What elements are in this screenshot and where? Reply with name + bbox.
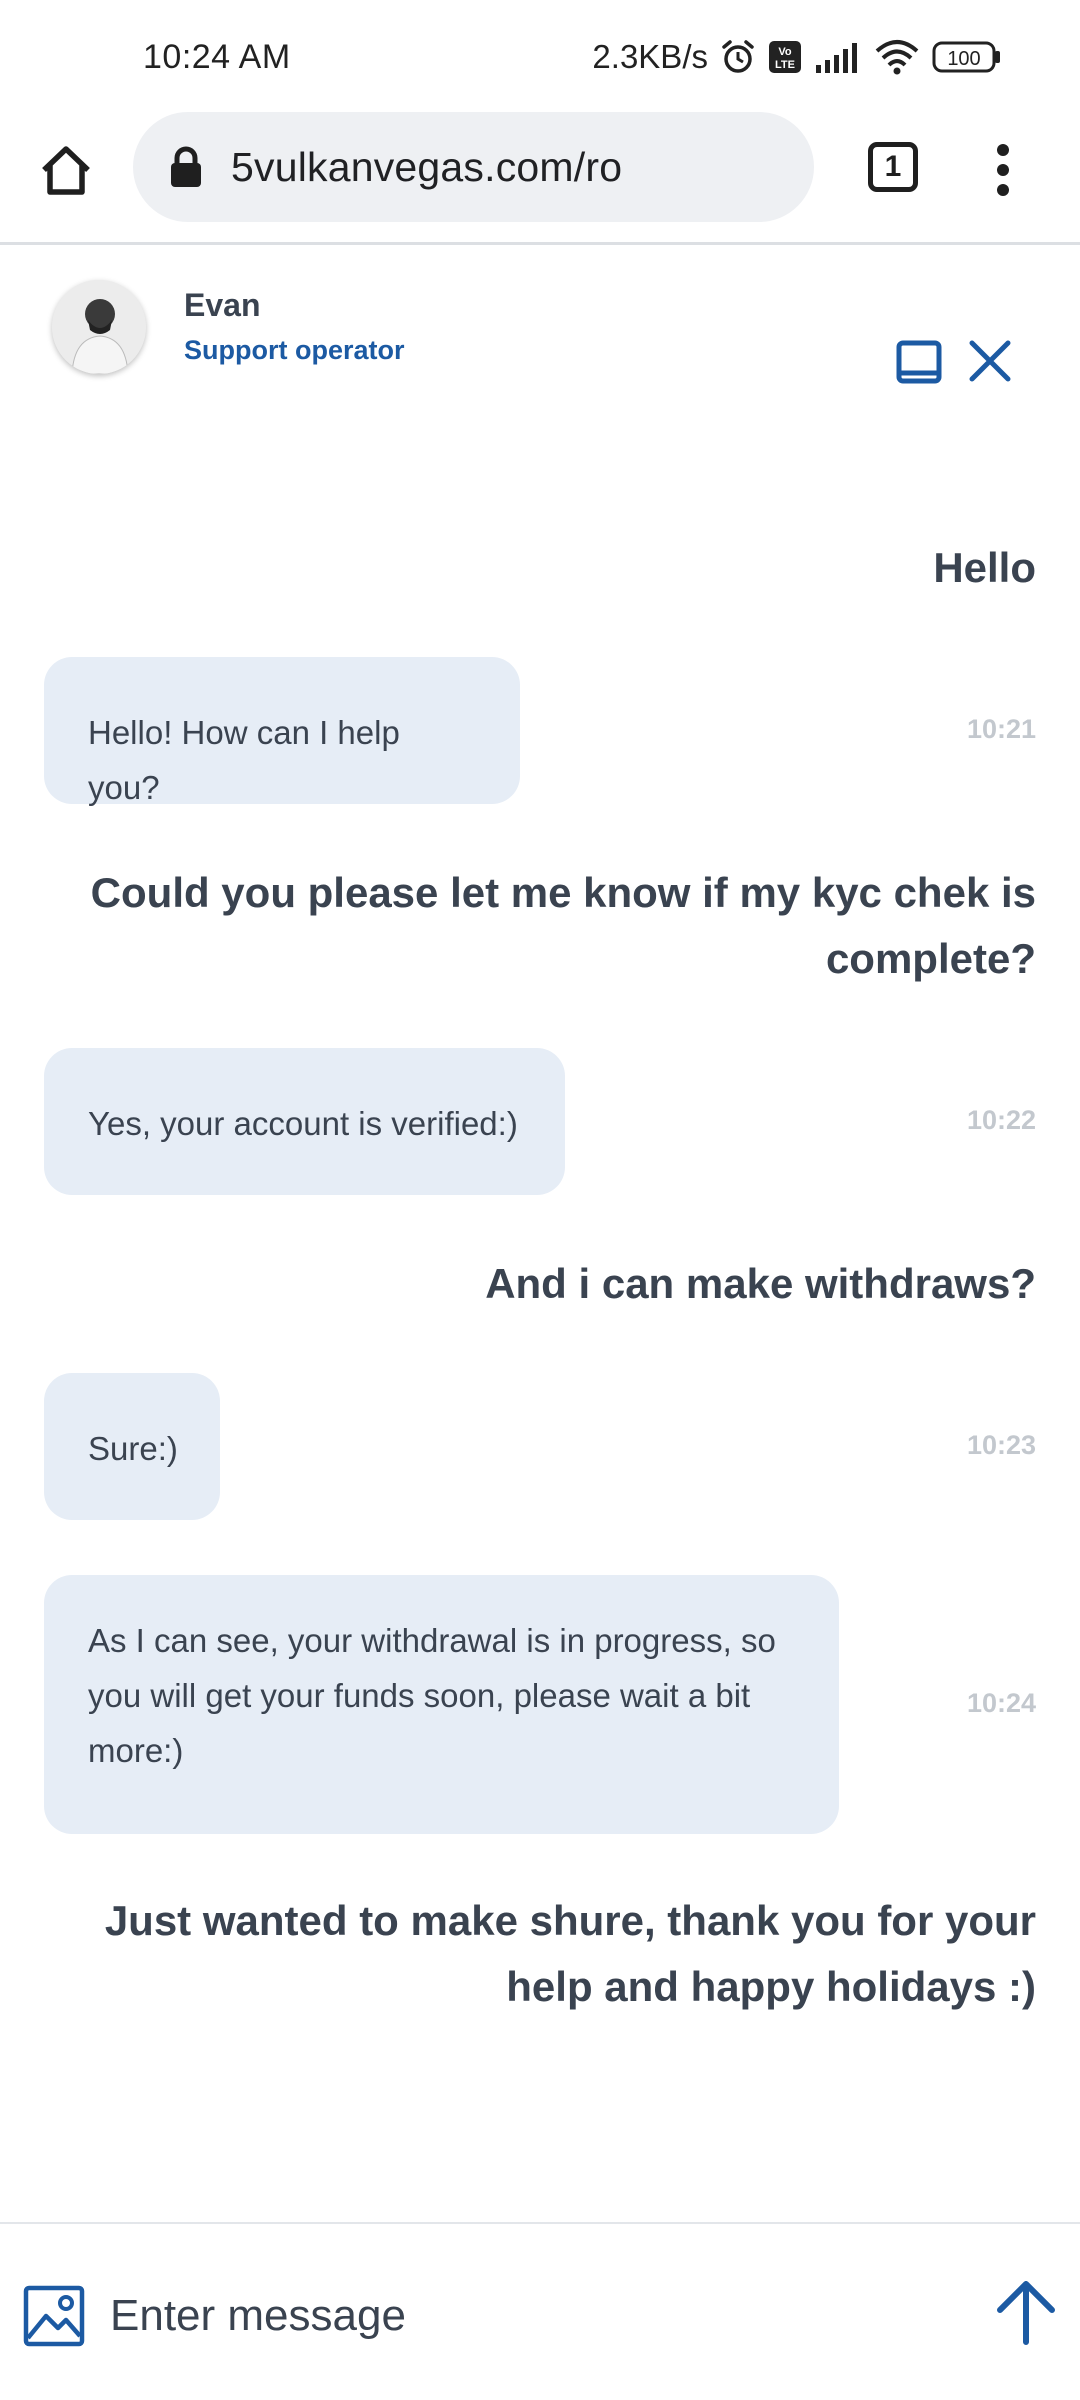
battery-level: 100 bbox=[947, 48, 980, 70]
operator-message: As I can see, your withdrawal is in prog… bbox=[44, 1575, 839, 1834]
tab-count: 1 bbox=[884, 150, 902, 183]
operator-message: Yes, your account is verified:) bbox=[44, 1048, 565, 1195]
attach-image-button[interactable] bbox=[22, 2284, 86, 2348]
image-icon bbox=[23, 2285, 85, 2347]
browser-menu-button[interactable] bbox=[988, 140, 1018, 200]
signal-icon bbox=[814, 41, 862, 73]
message-composer bbox=[0, 2222, 1080, 2400]
lock-icon bbox=[171, 146, 201, 187]
minimize-icon bbox=[896, 340, 942, 384]
message-time: 10:24 bbox=[966, 1688, 1036, 1718]
browser-toolbar: 5vulkanvegas.com/ro 1 bbox=[0, 110, 1080, 245]
send-button[interactable] bbox=[990, 2276, 1062, 2348]
message-time: 10:21 bbox=[966, 714, 1036, 744]
home-icon bbox=[42, 146, 90, 195]
clock: 10:24 AM bbox=[143, 38, 291, 76]
alarm-icon bbox=[720, 39, 756, 75]
message-input[interactable] bbox=[110, 2276, 930, 2356]
minimize-chat-button[interactable] bbox=[896, 339, 942, 385]
user-message: Just wanted to make shure, thank you for… bbox=[104, 1897, 1036, 2010]
wifi-icon bbox=[874, 39, 920, 75]
close-icon bbox=[969, 340, 1011, 382]
agent-name: Evan bbox=[184, 287, 261, 323]
url-text: 5vulkanvegas.com/ro bbox=[231, 143, 623, 190]
battery-icon: 100 bbox=[932, 40, 1002, 74]
svg-text:LTE: LTE bbox=[775, 59, 795, 71]
avatar bbox=[52, 280, 146, 374]
close-chat-button[interactable] bbox=[966, 337, 1014, 385]
user-message: Hello bbox=[933, 544, 1036, 591]
user-message: And i can make withdraws? bbox=[485, 1260, 1036, 1307]
svg-text:Vo: Vo bbox=[778, 46, 792, 58]
agent-role: Support operator bbox=[184, 335, 405, 365]
arrow-up-icon bbox=[997, 2281, 1055, 2345]
home-button[interactable] bbox=[36, 140, 96, 200]
status-bar: 10:24 AM 2.3KB/s Vo LTE 100 bbox=[0, 0, 1080, 110]
network-speed: 2.3KB/s bbox=[592, 38, 708, 75]
message-time: 10:23 bbox=[966, 1430, 1036, 1460]
volte-icon: Vo LTE bbox=[768, 40, 802, 74]
address-bar[interactable]: 5vulkanvegas.com/ro bbox=[133, 112, 814, 222]
chat-header: Evan Support operator bbox=[0, 245, 1080, 420]
tab-switcher-button[interactable]: 1 bbox=[868, 142, 918, 192]
message-time: 10:22 bbox=[966, 1105, 1036, 1135]
more-vert-icon bbox=[997, 144, 1009, 196]
operator-message: Sure:) bbox=[44, 1373, 220, 1520]
user-message: Could you please let me know if my kyc c… bbox=[90, 869, 1036, 982]
operator-message: Hello! How can I help you? bbox=[44, 657, 520, 806]
status-icons: 2.3KB/s Vo LTE 100 bbox=[592, 34, 1002, 80]
